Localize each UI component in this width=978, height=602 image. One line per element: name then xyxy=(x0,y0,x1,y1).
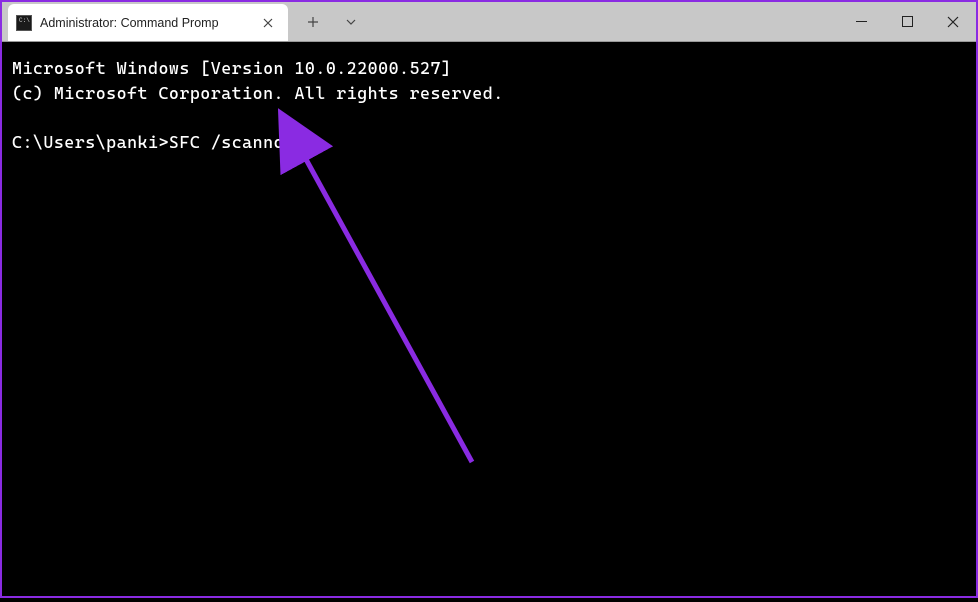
tab-title: Administrator: Command Promp xyxy=(40,16,250,30)
tab-command-prompt[interactable]: C:\ Administrator: Command Promp xyxy=(8,4,288,41)
terminal-output-line: Microsoft Windows [Version 10.0.22000.52… xyxy=(12,56,966,81)
close-window-button[interactable] xyxy=(930,2,976,42)
close-icon xyxy=(263,18,273,28)
terminal-output-line: (c) Microsoft Corporation. All rights re… xyxy=(12,81,966,106)
cmd-icon: C:\ xyxy=(16,15,32,31)
text-cursor xyxy=(294,133,303,152)
tab-actions xyxy=(288,2,376,41)
prompt-path: C:\Users\panki> xyxy=(12,132,169,152)
terminal-blank-line xyxy=(12,105,966,130)
plus-icon xyxy=(307,16,319,28)
command-input[interactable]: SFC /scannow xyxy=(169,132,295,152)
chevron-down-icon xyxy=(345,16,357,28)
minimize-icon xyxy=(856,16,867,27)
tab-close-button[interactable] xyxy=(258,13,278,33)
tab-dropdown-button[interactable] xyxy=(334,5,368,39)
maximize-button[interactable] xyxy=(884,2,930,42)
window-controls xyxy=(838,2,976,41)
terminal-prompt-line: C:\Users\panki>SFC /scannow xyxy=(12,130,966,155)
titlebar-drag-area[interactable] xyxy=(376,2,838,41)
close-icon xyxy=(947,16,959,28)
title-bar: C:\ Administrator: Command Promp xyxy=(2,2,976,42)
terminal-area[interactable]: Microsoft Windows [Version 10.0.22000.52… xyxy=(2,42,976,596)
maximize-icon xyxy=(902,16,913,27)
new-tab-button[interactable] xyxy=(296,5,330,39)
minimize-button[interactable] xyxy=(838,2,884,42)
